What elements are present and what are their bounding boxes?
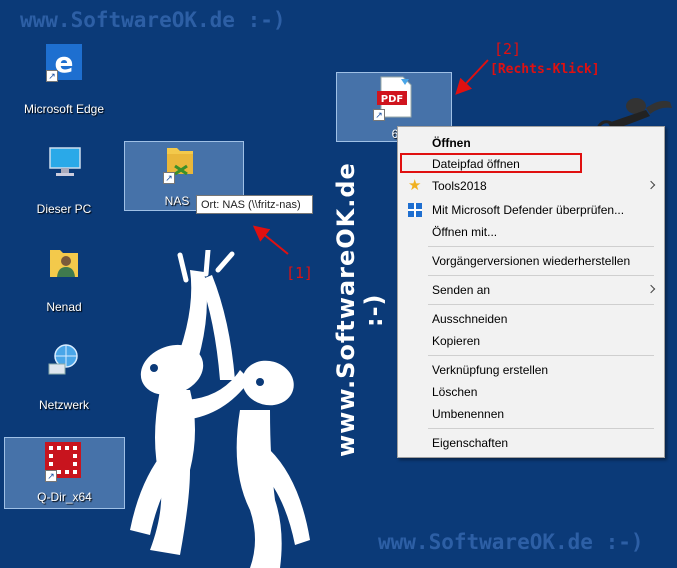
menu-item-umbenennen[interactable]: Umbenennen [398, 404, 664, 424]
menu-item-tools2018[interactable]: ★ Tools2018 [398, 176, 664, 196]
menu-item-label: Ausschneiden [432, 312, 508, 326]
menu-item-label: Eigenschaften [432, 436, 509, 450]
menu-item-defender-scan[interactable]: Mit Microsoft Defender überprüfen... [398, 200, 664, 220]
menu-item-label: Tools2018 [432, 179, 487, 193]
menu-item-oeffnen-mit[interactable]: Öffnen mit... [398, 222, 664, 242]
menu-item-label: Umbenennen [432, 407, 505, 421]
menu-item-label: Verknüpfung erstellen [432, 363, 549, 377]
star-icon: ★ [408, 177, 422, 194]
defender-icon [408, 203, 422, 217]
menu-item-eigenschaften[interactable]: Eigenschaften [398, 433, 664, 453]
arrow-to-tooltip [252, 225, 289, 255]
menu-item-label: Öffnen mit... [432, 225, 498, 239]
menu-item-verknuepfung-erstellen[interactable]: Verknüpfung erstellen [398, 360, 664, 380]
menu-item-vorgaengerversionen[interactable]: Vorgängerversionen wiederherstellen [398, 251, 664, 271]
menu-item-ausschneiden[interactable]: Ausschneiden [398, 309, 664, 329]
menu-item-loeschen[interactable]: Löschen [398, 382, 664, 402]
menu-item-oeffnen[interactable]: Öffnen [398, 133, 664, 153]
menu-separator [428, 275, 654, 276]
menu-separator [428, 304, 654, 305]
menu-item-senden-an[interactable]: Senden an [398, 280, 664, 300]
menu-item-label: Senden an [432, 283, 491, 297]
menu-separator [428, 428, 654, 429]
menu-item-label: Vorgängerversionen wiederherstellen [432, 254, 631, 268]
menu-item-label: Dateipfad öffnen [432, 157, 520, 171]
menu-item-kopieren[interactable]: Kopieren [398, 331, 664, 351]
context-menu: Öffnen Dateipfad öffnen ★ Tools2018 Mit … [397, 126, 665, 458]
menu-item-label: Öffnen [432, 136, 471, 150]
arrow-to-pdf-icon [455, 59, 489, 95]
menu-item-label: Mit Microsoft Defender überprüfen... [432, 203, 625, 217]
menu-separator [428, 355, 654, 356]
submenu-arrow-icon [646, 284, 656, 294]
submenu-arrow-icon [646, 180, 656, 190]
menu-item-dateipfad-oeffnen[interactable]: Dateipfad öffnen [398, 153, 664, 174]
menu-separator [428, 246, 654, 247]
menu-item-label: Kopieren [432, 334, 481, 348]
menu-item-label: Löschen [432, 385, 478, 399]
